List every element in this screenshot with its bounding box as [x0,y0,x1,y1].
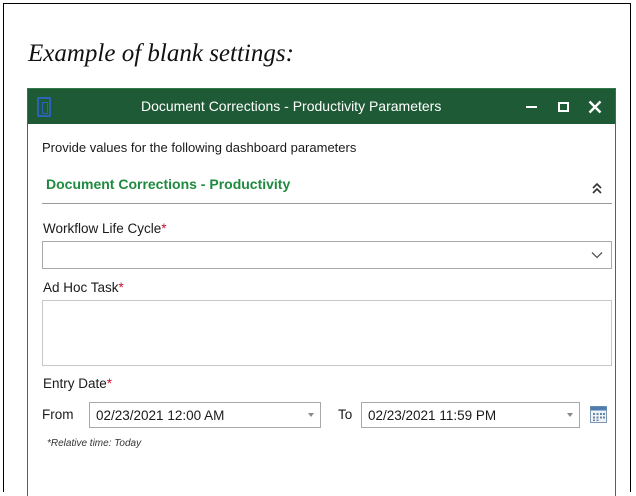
to-date-input[interactable]: 02/23/2021 11:59 PM [361,402,580,428]
intro-text: Provide values for the following dashboa… [42,140,357,155]
minimize-button[interactable] [515,89,547,124]
workflow-life-cycle-dropdown[interactable] [42,241,612,269]
from-date-value: 02/23/2021 12:00 AM [96,408,225,423]
calendar-icon[interactable] [590,406,607,423]
workflow-life-cycle-label: Workflow Life Cycle* [43,221,167,236]
ad-hoc-task-list[interactable] [42,300,612,366]
caption: Example of blank settings: [28,40,294,67]
collapse-chevrons-icon[interactable] [591,181,603,195]
window-title: Document Corrections - Productivity Para… [141,98,442,114]
entry-date-label: Entry Date* [43,376,112,391]
minimize-icon [525,105,537,108]
parameters-dialog: Document Corrections - Productivity Para… [27,88,616,496]
maximize-icon [557,101,569,112]
from-label: From [42,407,74,422]
from-date-input[interactable]: 02/23/2021 12:00 AM [89,402,321,428]
dropdown-arrow-icon[interactable] [308,413,314,417]
entry-date-range: From 02/23/2021 12:00 AM To 02/23/2021 1… [42,402,612,428]
section-divider [42,203,612,204]
dropdown-arrow-icon[interactable] [567,413,573,417]
relative-time-note: *Relative time: Today [47,438,142,449]
title-bar[interactable]: Document Corrections - Productivity Para… [28,89,615,124]
required-marker: * [118,280,124,295]
ad-hoc-task-label: Ad Hoc Task* [43,280,124,295]
required-marker: * [106,376,113,391]
chevron-down-icon[interactable] [591,251,603,259]
ad-hoc-task-label-text: Ad Hoc Task [43,280,119,295]
app-icon [37,97,51,117]
to-date-value: 02/23/2021 11:59 PM [368,408,497,423]
workflow-life-cycle-label-text: Workflow Life Cycle [43,221,162,236]
required-marker: * [161,221,167,236]
entry-date-label-text: Entry Date [43,376,107,391]
to-label: To [338,407,353,422]
maximize-button[interactable] [547,89,579,124]
section-title: Document Corrections - Productivity [46,176,291,192]
document-frame: Example of blank settings: Document Corr… [3,3,631,496]
close-button[interactable] [579,89,611,124]
close-icon [588,100,602,113]
